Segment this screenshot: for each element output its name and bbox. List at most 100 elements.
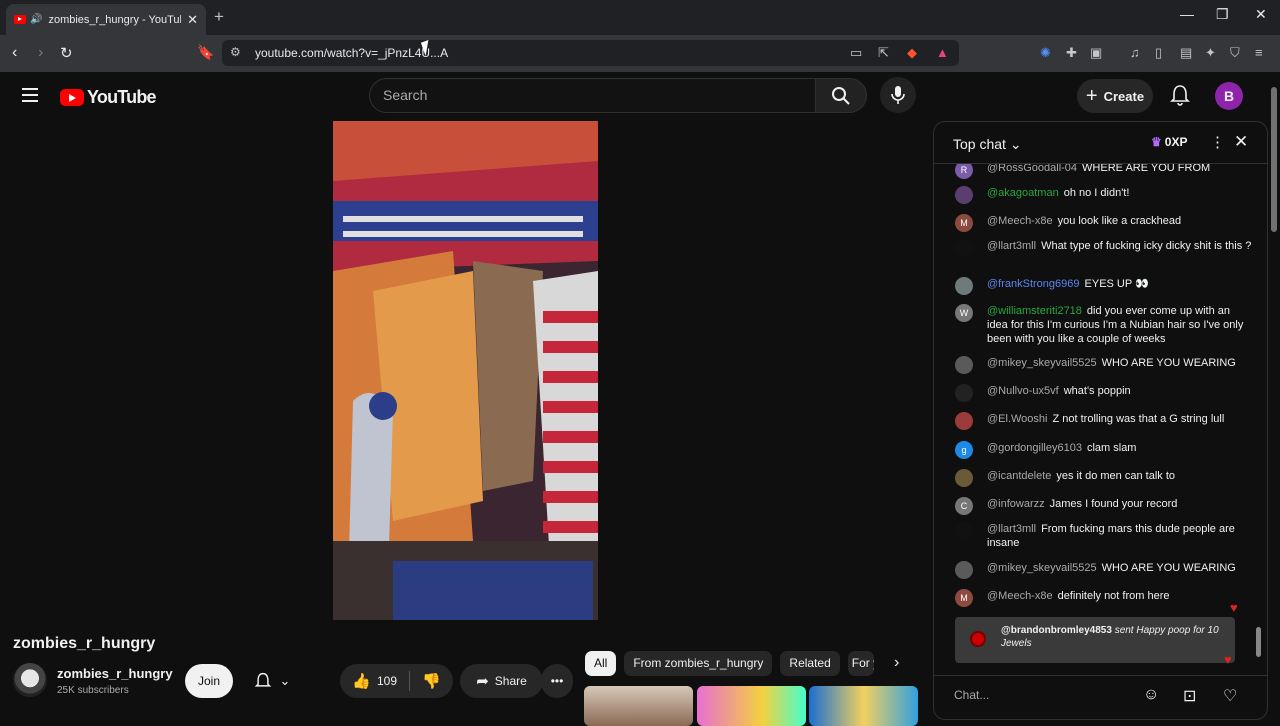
speaker-icon[interactable]: 🔊: [30, 14, 42, 25]
chat-user-avatar[interactable]: M: [955, 214, 973, 232]
chat-user-avatar[interactable]: [955, 356, 973, 374]
close-tab-icon[interactable]: ✕: [187, 12, 198, 28]
like-button[interactable]: 👍 109: [352, 672, 397, 690]
reload-icon[interactable]: ↻: [60, 44, 73, 62]
new-tab-icon[interactable]: +: [214, 7, 224, 27]
chat-user-avatar[interactable]: [955, 522, 973, 540]
chip-for-you[interactable]: For y: [847, 651, 874, 676]
chat-username[interactable]: @Nullvo-ux5vf: [987, 385, 1059, 397]
chat-username[interactable]: @williamsteriti2718: [987, 305, 1082, 317]
wallet-icon[interactable]: ▤: [1180, 45, 1192, 61]
create-button[interactable]: + Create: [1077, 79, 1153, 113]
search-input[interactable]: Search: [369, 78, 816, 113]
chat-username[interactable]: @El.Wooshi: [987, 413, 1047, 425]
chat-mode-dropdown[interactable]: Top chat ⌄: [953, 136, 1022, 153]
chat-user-avatar[interactable]: [955, 561, 973, 579]
chip-from-channel[interactable]: From zombies_r_hungry: [624, 651, 773, 676]
chat-message-text: yes it do men can talk to: [1056, 470, 1175, 482]
chat-user-avatar[interactable]: M: [955, 589, 973, 607]
brave-shield-icon[interactable]: ◆: [907, 45, 917, 61]
chat-username[interactable]: @llart3mll: [987, 240, 1036, 252]
chat-username[interactable]: @mikey_skeyvail5525: [987, 357, 1097, 369]
bookmark-icon[interactable]: 🔖: [197, 44, 214, 61]
chat-user-avatar[interactable]: C: [955, 497, 973, 515]
sidebar-icon[interactable]: ▯: [1155, 45, 1162, 61]
extension-icon[interactable]: ✺: [1040, 45, 1051, 61]
emoji-icon[interactable]: ☺: [1143, 686, 1159, 704]
chat-user-avatar[interactable]: R: [955, 164, 973, 179]
site-settings-icon[interactable]: ⚙: [230, 45, 241, 59]
url-text[interactable]: youtube.com/watch?v=_jPnzL4U...A: [255, 46, 448, 60]
chat-username[interactable]: @icantdelete: [987, 470, 1051, 482]
media-icon[interactable]: ♫: [1130, 45, 1140, 60]
forward-icon[interactable]: ›: [38, 44, 43, 62]
chat-username[interactable]: @infowarzz: [987, 498, 1045, 510]
chat-username[interactable]: @Meech-x8e: [987, 590, 1053, 602]
chat-user-avatar[interactable]: g: [955, 441, 973, 459]
chip-related[interactable]: Related: [780, 651, 840, 676]
chat-user-avatar[interactable]: [955, 384, 973, 402]
chat-username[interactable]: @frankStrong6969: [987, 278, 1080, 290]
youtube-logo[interactable]: YouTube: [60, 87, 157, 108]
menu-icon[interactable]: ≡: [1255, 45, 1263, 60]
vpn-icon[interactable]: ⛉: [1230, 45, 1240, 61]
chat-user-avatar[interactable]: [955, 186, 973, 204]
search-button[interactable]: [815, 78, 867, 113]
brave-rewards-icon[interactable]: ▲: [936, 45, 949, 60]
chat-user-avatar[interactable]: [955, 277, 973, 295]
chat-username[interactable]: @mikey_skeyvail5525: [987, 562, 1097, 574]
channel-avatar[interactable]: [13, 663, 47, 697]
video-player[interactable]: [333, 121, 598, 620]
video-thumbnail[interactable]: [809, 686, 918, 726]
close-chat-icon[interactable]: ✕: [1234, 132, 1248, 152]
join-button[interactable]: Join: [185, 664, 233, 698]
chat-user-avatar[interactable]: [955, 412, 973, 430]
maximize-icon[interactable]: ❐: [1216, 6, 1229, 23]
account-avatar[interactable]: B: [1215, 82, 1243, 110]
subscription-bell-button[interactable]: ⌄: [244, 664, 300, 698]
chat-username[interactable]: @akagoatman: [987, 187, 1059, 199]
back-icon[interactable]: ‹: [12, 44, 17, 62]
chat-menu-icon[interactable]: ⋮: [1210, 133, 1225, 151]
notifications-button[interactable]: [1170, 84, 1190, 111]
tab-title: zombies_r_hungry - YouTube: [48, 13, 182, 26]
guide-menu-icon[interactable]: [22, 88, 38, 106]
chat-username[interactable]: @llart3mll: [987, 523, 1036, 535]
channel-name[interactable]: zombies_r_hungry: [57, 666, 173, 681]
video-thumbnail[interactable]: [697, 686, 806, 726]
minimize-icon[interactable]: —: [1180, 6, 1194, 22]
heart-reaction-icon: ♥: [1224, 652, 1232, 667]
heart-icon[interactable]: ♡: [1223, 686, 1237, 706]
chat-message: @mikey_skeyvail5525 WHO ARE YOU WEARING: [953, 356, 1253, 374]
close-window-icon[interactable]: ✕: [1255, 6, 1267, 23]
more-actions-button[interactable]: •••: [541, 664, 573, 698]
leo-ai-icon[interactable]: ✦: [1205, 45, 1216, 61]
share-page-icon[interactable]: ⇱: [878, 45, 889, 61]
tab-search-icon[interactable]: ▣: [1090, 45, 1102, 61]
share-label: Share: [494, 674, 527, 688]
chips-next-icon[interactable]: ›: [894, 654, 899, 672]
chat-username[interactable]: @Meech-x8e: [987, 215, 1053, 227]
dislike-button[interactable]: 👎: [422, 672, 441, 690]
chat-input[interactable]: Chat...: [954, 688, 1154, 702]
page-scrollbar[interactable]: [1270, 75, 1278, 720]
chat-message: @llart3mll From fucking mars this dude pe…: [953, 522, 1253, 550]
xp-badge[interactable]: ♛ 0XP: [1151, 135, 1187, 149]
chat-username[interactable]: @gordongilley6103: [987, 442, 1082, 454]
voice-search-button[interactable]: [880, 77, 916, 113]
share-button[interactable]: ➦ Share: [460, 664, 543, 698]
chat-user-avatar[interactable]: W: [955, 304, 973, 322]
chat-user-avatar[interactable]: [955, 239, 973, 257]
super-chat-icon[interactable]: ⊡: [1183, 686, 1196, 706]
chat-message: @mikey_skeyvail5525 WHO ARE YOU WEARING: [953, 561, 1253, 579]
chip-all[interactable]: All: [585, 651, 617, 676]
chat-username[interactable]: @RossGoodall-04: [987, 164, 1077, 174]
puzzle-extensions-icon[interactable]: ✚: [1066, 45, 1077, 61]
chat-scrollbar[interactable]: [1256, 627, 1261, 657]
chat-user-avatar[interactable]: [955, 469, 973, 487]
browser-tab[interactable]: 🔊 zombies_r_hungry - YouTube ✕: [6, 4, 206, 35]
video-thumbnail[interactable]: [584, 686, 693, 726]
cast-icon[interactable]: ▭: [850, 45, 862, 61]
recommendation-chips: All From zombies_r_hungry Related For y: [585, 651, 874, 676]
chat-input-area: Chat... ☺ ⊡ ♡: [934, 675, 1267, 719]
